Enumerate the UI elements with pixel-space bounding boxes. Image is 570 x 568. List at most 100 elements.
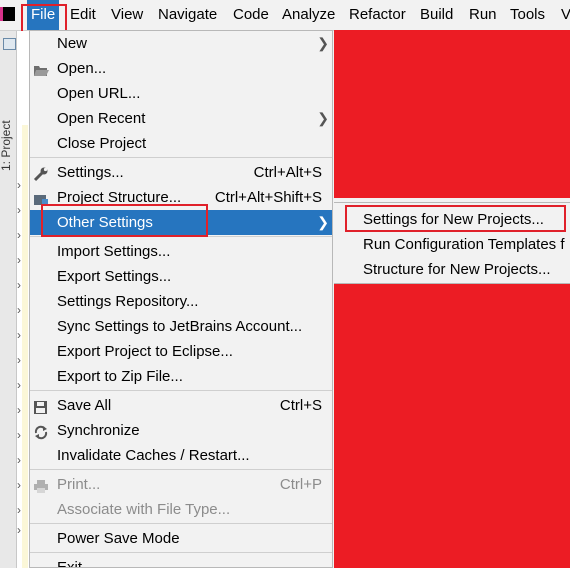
menu-build[interactable]: Build	[416, 0, 457, 30]
menu-view[interactable]: View	[107, 0, 147, 30]
tool-window-strip: 1: Project	[0, 31, 17, 568]
menu-item-label: Open Recent	[57, 110, 146, 127]
menu-refactor[interactable]: Refactor	[345, 0, 410, 30]
menu-separator	[30, 552, 332, 553]
menu-item-label: Synchronize	[57, 422, 140, 439]
project-view-icon[interactable]	[3, 38, 16, 50]
menu-item-exit[interactable]: Exit	[30, 555, 332, 568]
menu-bar: File Edit View Navigate Code Analyze Ref…	[0, 0, 570, 31]
menu-item-other-settings[interactable]: Other Settings ❯	[30, 210, 332, 235]
menu-item-save-all[interactable]: Save All Ctrl+S	[30, 393, 332, 418]
menu-item-label: New	[57, 35, 88, 52]
menu-item-print: Print... Ctrl+P	[30, 472, 332, 497]
menu-item-export-eclipse[interactable]: Export Project to Eclipse...	[30, 339, 332, 364]
menu-separator	[30, 469, 332, 470]
print-icon	[33, 477, 49, 493]
chevron-right-icon: ❯	[317, 110, 329, 126]
tree-expand-chevron-icon[interactable]: ›	[17, 429, 27, 441]
tree-expand-chevron-icon[interactable]: ›	[17, 524, 27, 536]
redacted-region-bottom	[334, 282, 570, 568]
menu-item-label: Print...	[57, 476, 101, 493]
menu-separator	[30, 236, 332, 237]
submenu-item-structure-new-projects[interactable]: Structure for New Projects...	[334, 257, 570, 282]
menu-item-label: Exit	[57, 559, 83, 568]
menu-file[interactable]: File	[27, 0, 60, 30]
menu-separator	[30, 523, 332, 524]
menu-item-label: Export Settings...	[57, 268, 172, 285]
tree-expand-chevron-icon[interactable]: ›	[17, 254, 27, 266]
menu-item-settings[interactable]: Settings... Ctrl+Alt+S	[30, 160, 332, 185]
app-logo-icon	[0, 7, 15, 21]
menu-separator	[30, 390, 332, 391]
menu-analyze[interactable]: Analyze	[278, 0, 339, 30]
menu-item-label: Close Project	[57, 135, 147, 152]
menu-item-label: Sync Settings to JetBrains Account...	[57, 318, 303, 335]
menu-vcs[interactable]: V	[557, 0, 570, 30]
tree-expand-chevron-icon[interactable]: ›	[17, 504, 27, 516]
menu-item-export-settings[interactable]: Export Settings...	[30, 264, 332, 289]
menu-item-label: Associate with File Type...	[57, 501, 231, 518]
tree-expand-chevron-icon[interactable]: ›	[17, 454, 27, 466]
tree-expand-chevron-icon[interactable]: ›	[17, 179, 27, 191]
menu-run[interactable]: Run	[465, 0, 501, 30]
menu-item-label: Export Project to Eclipse...	[57, 343, 233, 360]
menu-item-label: Other Settings	[57, 214, 153, 231]
other-settings-submenu: Settings for New Projects... Run Configu…	[334, 202, 570, 284]
project-structure-icon	[33, 190, 49, 206]
tree-expand-chevron-icon[interactable]: ›	[17, 404, 27, 416]
tree-expand-chevron-icon[interactable]: ›	[17, 204, 27, 216]
menu-code[interactable]: Code	[229, 0, 273, 30]
menu-tools[interactable]: Tools	[506, 0, 549, 30]
menu-edit[interactable]: Edit	[66, 0, 100, 30]
tree-expand-chevron-icon[interactable]: ›	[17, 329, 27, 341]
tree-expand-chevron-icon[interactable]: ›	[17, 229, 27, 241]
menu-item-label: Save All	[57, 397, 112, 414]
menu-item-open-recent[interactable]: Open Recent ❯	[30, 106, 332, 131]
submenu-item-label: Settings for New Projects...	[363, 211, 544, 228]
menu-separator	[30, 157, 332, 158]
shortcut-label: Ctrl+S	[279, 397, 322, 414]
shortcut-label: Ctrl+Alt+Shift+S	[214, 189, 322, 206]
chevron-right-icon: ❯	[317, 35, 329, 51]
menu-item-import-settings[interactable]: Import Settings...	[30, 239, 332, 264]
menu-item-label: Settings Repository...	[57, 293, 199, 310]
submenu-item-label: Structure for New Projects...	[363, 261, 551, 278]
folder-open-icon	[33, 61, 49, 76]
menu-item-export-zip[interactable]: Export to Zip File...	[30, 364, 332, 389]
file-menu-dropdown: New ❯ Open... Open URL... Open Recent ❯ …	[29, 30, 333, 568]
shortcut-label: Ctrl+Alt+S	[253, 164, 322, 181]
submenu-item-run-config-templates[interactable]: Run Configuration Templates f	[334, 232, 570, 257]
shortcut-label: Ctrl+P	[279, 476, 322, 493]
menu-item-close-project[interactable]: Close Project	[30, 131, 332, 156]
submenu-item-settings-new-projects[interactable]: Settings for New Projects...	[334, 207, 570, 232]
tree-expand-chevron-icon[interactable]: ›	[17, 279, 27, 291]
tree-highlight-column	[22, 125, 28, 568]
tree-expand-chevron-icon[interactable]: ›	[17, 304, 27, 316]
menu-item-synchronize[interactable]: Synchronize	[30, 418, 332, 443]
menu-item-label: Export to Zip File...	[57, 368, 183, 385]
menu-item-project-structure[interactable]: Project Structure... Ctrl+Alt+Shift+S	[30, 185, 332, 210]
wrench-icon	[33, 165, 49, 182]
menu-item-label: Invalidate Caches / Restart...	[57, 447, 250, 464]
menu-item-open-url[interactable]: Open URL...	[30, 81, 332, 106]
tree-expand-chevron-icon[interactable]: ›	[17, 479, 27, 491]
menu-item-label: Open URL...	[57, 85, 141, 102]
save-icon	[33, 398, 49, 414]
menu-item-invalidate-caches[interactable]: Invalidate Caches / Restart...	[30, 443, 332, 468]
menu-item-sync-settings[interactable]: Sync Settings to JetBrains Account...	[30, 314, 332, 339]
tree-expand-chevron-icon[interactable]: ›	[17, 379, 27, 391]
menu-item-settings-repository[interactable]: Settings Repository...	[30, 289, 332, 314]
menu-item-label: Power Save Mode	[57, 530, 180, 547]
menu-item-label: Open...	[57, 60, 107, 77]
tree-expand-chevron-icon[interactable]: ›	[17, 354, 27, 366]
menu-item-open[interactable]: Open...	[30, 56, 332, 81]
menu-item-power-save-mode[interactable]: Power Save Mode	[30, 526, 332, 551]
sync-icon	[33, 423, 49, 440]
redacted-region-top	[334, 30, 570, 198]
chevron-right-icon: ❯	[317, 214, 329, 230]
menu-item-new[interactable]: New ❯	[30, 31, 332, 56]
menu-item-label: Project Structure...	[57, 189, 182, 206]
submenu-item-label: Run Configuration Templates f	[363, 236, 565, 253]
menu-navigate[interactable]: Navigate	[154, 0, 221, 30]
project-tool-tab[interactable]: 1: Project	[0, 101, 13, 171]
